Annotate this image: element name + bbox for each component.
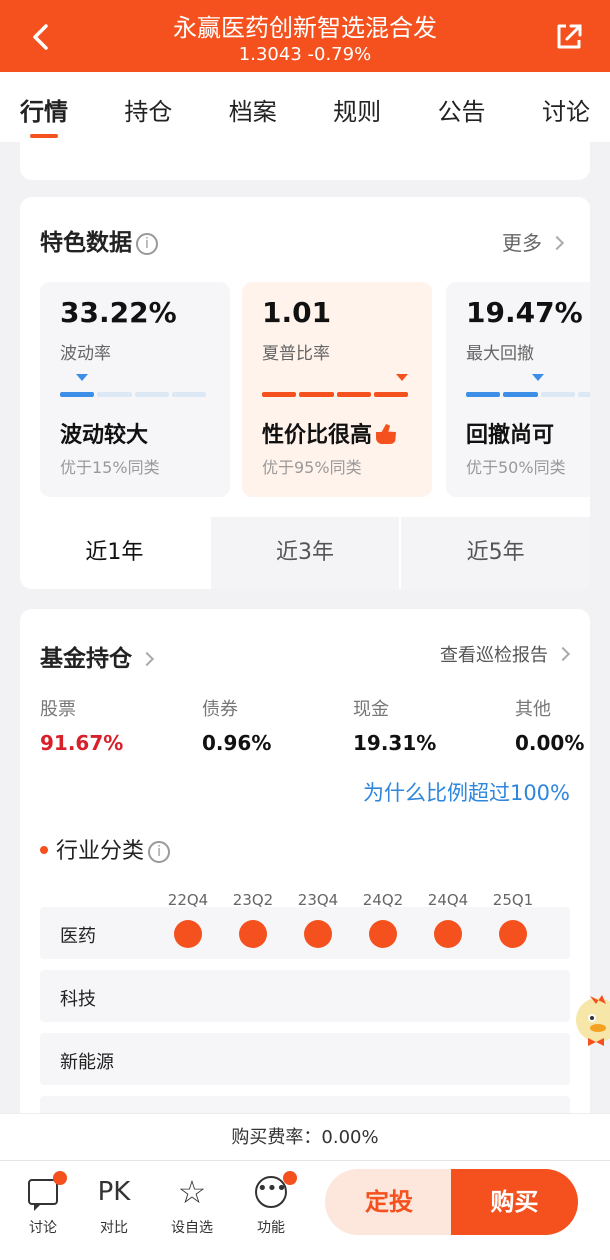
why-over-100-link[interactable]: 为什么比例超过100% <box>363 777 570 807</box>
tab-discussion[interactable]: 讨论 <box>542 72 590 142</box>
presence-dot <box>174 920 202 948</box>
inspection-report-link[interactable]: 查看巡检报告 <box>440 641 571 667</box>
sip-button[interactable]: 定投 <box>325 1169 453 1235</box>
add-watchlist-button[interactable]: ☆ 设自选 <box>162 1173 222 1237</box>
fund-nav-change: 1.3043 -0.79% <box>238 44 372 65</box>
chevron-right-icon <box>139 651 155 667</box>
metric-sharpe[interactable]: 1.01 夏普比率 性价比很高 优于95%同类 <box>242 282 432 497</box>
metric-verdict: 波动较大 <box>60 423 149 448</box>
discuss-label: 讨论 <box>29 1220 57 1236</box>
industry-row: 新能源 <box>40 1033 570 1085</box>
share-external-icon[interactable] <box>554 22 584 52</box>
industry-name: 科技 <box>60 989 96 1010</box>
metric-value: 33.22% <box>60 296 177 329</box>
feature-data-card: 特色数据 i 更多 33.22% 波动率 波动较大 优于15%同类 1.01 夏普… <box>20 197 590 589</box>
mascot-icon[interactable] <box>572 990 610 1050</box>
level-marker <box>396 374 408 381</box>
presence-dot <box>434 920 462 948</box>
metric-label: 波动率 <box>60 344 111 364</box>
presence-dot <box>239 920 267 948</box>
metric-value: 19.47% <box>466 296 583 329</box>
discuss-button[interactable]: 讨论 <box>13 1171 73 1237</box>
purchase-fee: 购买费率：0.00% <box>0 1113 610 1160</box>
metric-verdict: 性价比很高 <box>262 417 397 449</box>
holdings-title-link[interactable]: 基金持仓 <box>40 639 155 673</box>
tab-rules[interactable]: 规则 <box>333 72 381 142</box>
alloc-label-other: 其他 <box>515 699 551 720</box>
notification-dot <box>53 1171 67 1185</box>
industry-row: 科技 <box>40 970 570 1022</box>
metric-rank: 优于50%同类 <box>466 458 566 477</box>
level-bar <box>262 392 408 397</box>
fund-title: 永赢医药创新智选混合发 <box>173 14 437 42</box>
alloc-label-stock: 股票 <box>40 699 76 720</box>
presence-dot <box>369 920 397 948</box>
bullet-dot <box>40 846 48 854</box>
star-add-icon: ☆ <box>177 1173 207 1211</box>
period-selector: 近1年 近3年 近5年 <box>20 517 590 589</box>
add-watchlist-label: 设自选 <box>171 1220 213 1236</box>
industry-name: 新能源 <box>60 1052 114 1073</box>
chevron-right-icon <box>549 235 565 251</box>
industry-title: 行业分类 i <box>40 833 171 865</box>
tab-holdings[interactable]: 持仓 <box>124 72 172 142</box>
period-5y[interactable]: 近5年 <box>399 517 590 589</box>
more-link[interactable]: 更多 <box>502 227 565 256</box>
level-bar <box>466 392 590 397</box>
compare-label: 对比 <box>100 1220 128 1236</box>
top-tabs: 行情 持仓 档案 规则 公告 讨论 <box>0 72 610 142</box>
metric-rank: 优于95%同类 <box>262 458 362 477</box>
chevron-right-icon <box>555 646 571 662</box>
metric-label: 最大回撤 <box>466 344 534 364</box>
metric-volatility[interactable]: 33.22% 波动率 波动较大 优于15%同类 <box>40 282 230 497</box>
metric-max-drawdown[interactable]: 19.47% 最大回撤 回撤尚可 优于50%同类 <box>446 282 590 497</box>
alloc-value-stock: 91.67% <box>40 731 124 755</box>
alloc-value-other: 0.00% <box>515 731 585 755</box>
presence-dot <box>499 920 527 948</box>
thumbs-up-icon <box>376 424 397 444</box>
buy-button[interactable]: 购买 <box>451 1169 578 1235</box>
metric-rank: 优于15%同类 <box>60 458 160 477</box>
alloc-value-bond: 0.96% <box>202 731 272 755</box>
tab-profile[interactable]: 档案 <box>229 72 277 142</box>
previous-card-remnant <box>20 142 590 180</box>
tab-announcements[interactable]: 公告 <box>438 72 486 142</box>
metric-value: 1.01 <box>262 296 332 329</box>
industry-name: 医药 <box>60 926 96 947</box>
level-marker <box>532 374 544 381</box>
alloc-label-bond: 债券 <box>202 699 238 720</box>
functions-button[interactable]: ••• 功能 <box>241 1171 301 1237</box>
info-icon[interactable]: i <box>148 841 171 863</box>
holdings-card: 基金持仓 查看巡检报告 股票 91.67% 债券 0.96% 现金 19.31%… <box>20 609 590 1129</box>
level-marker <box>76 374 88 381</box>
presence-dot <box>304 920 332 948</box>
alloc-value-cash: 19.31% <box>353 731 437 755</box>
tab-market[interactable]: 行情 <box>20 72 68 142</box>
metric-verdict: 回撤尚可 <box>466 423 555 448</box>
industry-row: 医药 <box>40 907 570 959</box>
chat-bubble-icon <box>28 1179 58 1211</box>
notification-dot <box>283 1171 297 1185</box>
metric-label: 夏普比率 <box>262 344 330 364</box>
app-header: 永赢医药创新智选混合发 1.3043 -0.79% <box>0 0 610 72</box>
compare-button[interactable]: PK 对比 <box>84 1173 144 1237</box>
chevron-left-icon[interactable] <box>26 22 56 52</box>
functions-label: 功能 <box>257 1220 285 1236</box>
info-icon[interactable]: i <box>136 232 158 255</box>
period-1y[interactable]: 近1年 <box>20 517 209 589</box>
level-bar <box>60 392 206 397</box>
more-dots-icon: ••• <box>255 1176 287 1208</box>
feature-data-title: 特色数据 i <box>40 223 158 257</box>
period-3y[interactable]: 近3年 <box>208 517 400 589</box>
alloc-label-cash: 现金 <box>353 699 389 720</box>
pk-icon: PK <box>97 1177 131 1207</box>
bottom-action-bar: 讨论 PK 对比 ☆ 设自选 ••• 功能 定投 购买 <box>0 1160 610 1260</box>
